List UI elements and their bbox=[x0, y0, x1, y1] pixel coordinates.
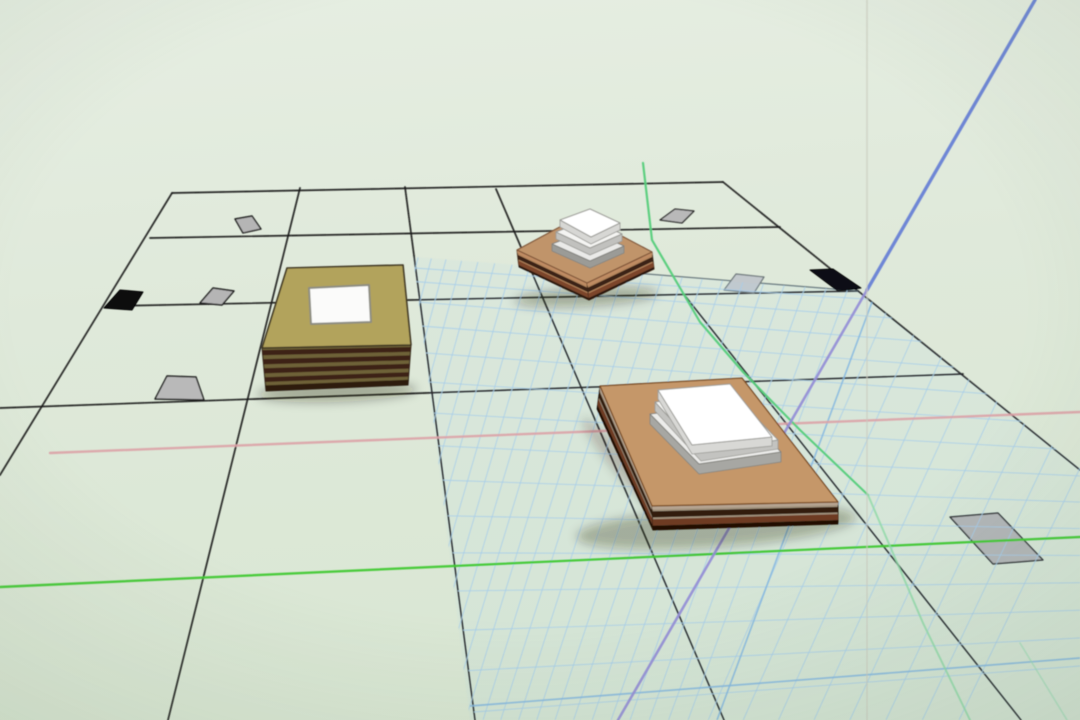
gray-tile-b[interactable] bbox=[200, 288, 234, 305]
stacked-box-left[interactable] bbox=[262, 265, 411, 391]
gray-tile-e[interactable] bbox=[660, 209, 694, 223]
z-axis-blue-upper bbox=[867, 0, 1035, 290]
black-tile-1[interactable] bbox=[104, 290, 143, 310]
grid-line-row-far bbox=[172, 182, 723, 193]
scene-canvas[interactable] bbox=[0, 0, 1080, 720]
scene-root bbox=[0, 0, 1080, 720]
gray-tile-a[interactable] bbox=[235, 216, 261, 233]
stacked-box-left-face bbox=[309, 285, 371, 324]
grid-line-col-left bbox=[0, 193, 172, 475]
gray-tile-c[interactable] bbox=[155, 376, 204, 400]
3d-viewport[interactable] bbox=[0, 0, 1080, 720]
grid-line-col-1 bbox=[168, 188, 300, 720]
